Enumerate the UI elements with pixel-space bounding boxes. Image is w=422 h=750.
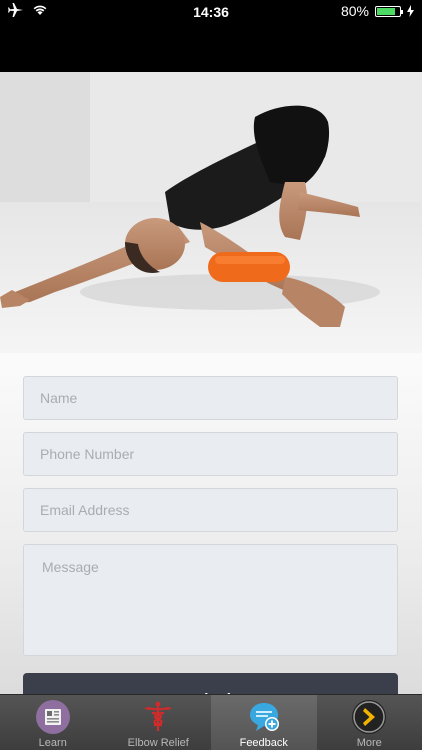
tab-label-feedback: Feedback xyxy=(239,737,288,749)
battery-percent: 80% xyxy=(340,3,369,19)
status-bar: 14:36 80% xyxy=(0,0,422,24)
battery-level xyxy=(377,7,395,15)
book-icon xyxy=(35,700,70,734)
phone-input[interactable] xyxy=(23,432,398,476)
name-input[interactable] xyxy=(23,376,398,420)
tab-bar: Learn Elbow Relief Feedback More xyxy=(0,694,422,750)
caduceus-icon xyxy=(144,701,173,731)
charging-bolt-icon xyxy=(407,5,414,17)
tab-label-elbow-relief: Elbow Relief xyxy=(127,737,189,749)
tab-label-learn: Learn xyxy=(38,737,67,749)
chevron-right-icon xyxy=(352,700,387,734)
status-right: 80% xyxy=(341,3,414,19)
tab-label-more: More xyxy=(356,737,382,749)
tab-learn[interactable]: Learn xyxy=(0,695,106,750)
battery-icon xyxy=(375,5,403,17)
tab-feedback[interactable]: Feedback xyxy=(211,695,317,750)
navigation-bar xyxy=(0,24,422,72)
chat-add-icon xyxy=(249,703,279,731)
feedback-form: Submit xyxy=(0,353,422,713)
message-textarea[interactable] xyxy=(23,544,398,656)
email-input[interactable] xyxy=(23,488,398,532)
stretch-illustration xyxy=(0,72,422,353)
hero-image xyxy=(0,72,422,353)
tab-more[interactable]: More xyxy=(317,695,422,750)
tab-elbow-relief[interactable]: Elbow Relief xyxy=(106,695,212,750)
